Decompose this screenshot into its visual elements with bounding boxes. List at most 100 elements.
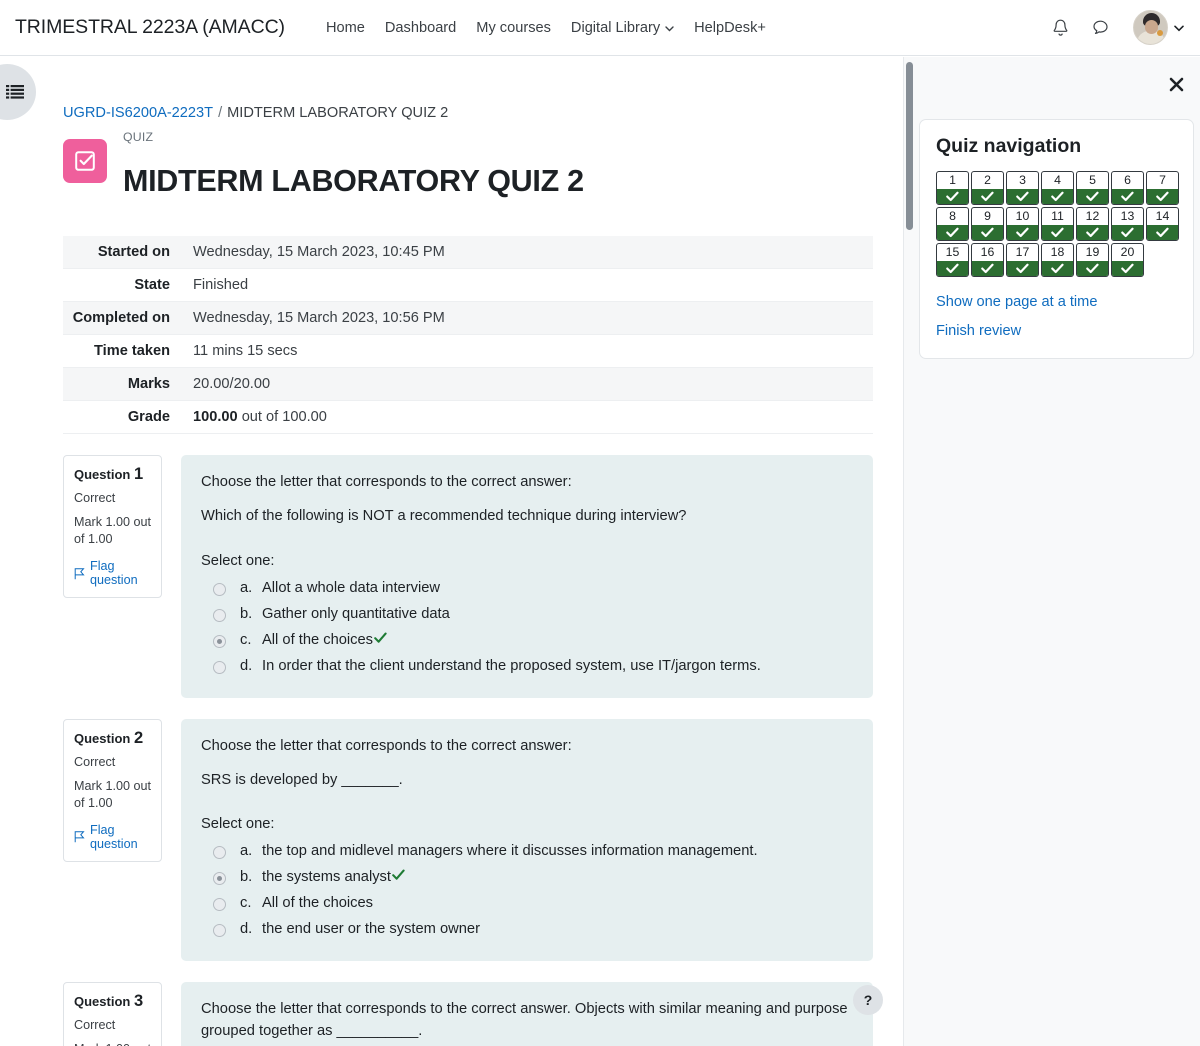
quiz-nav-question-12[interactable]: 12 <box>1076 207 1109 241</box>
quiz-nav-question-14[interactable]: 14 <box>1146 207 1179 241</box>
answer-letter: a. <box>240 843 253 860</box>
quiz-nav-number: 11 <box>1051 209 1064 224</box>
top-navbar: TRIMESTRAL 2223A (AMACC) Home Dashboard … <box>0 0 1200 56</box>
quiz-nav-question-15[interactable]: 15 <box>936 243 969 277</box>
nav-item-my-courses[interactable]: My courses <box>466 20 561 36</box>
finish-review-link[interactable]: Finish review <box>936 323 1177 339</box>
question-label: Question <box>74 467 131 482</box>
chevron-down-icon[interactable] <box>1174 25 1184 32</box>
message-bubble-icon[interactable] <box>1087 15 1113 41</box>
radio-button[interactable] <box>213 898 226 912</box>
quiz-nav-question-17[interactable]: 17 <box>1006 243 1039 277</box>
flag-question-button[interactable]: Flag question <box>74 823 151 851</box>
answer-option[interactable]: c. All of the choices <box>201 890 853 916</box>
quiz-nav-number: 15 <box>945 245 960 260</box>
nav-item-label: My courses <box>476 19 551 36</box>
breadcrumb-separator: / <box>218 105 223 121</box>
radio-button-selected[interactable] <box>213 634 226 648</box>
quiz-checkbox-icon <box>63 139 107 183</box>
question-info-panel: Question 1 Correct Mark 1.00 out of 1.00… <box>63 455 162 598</box>
avatar[interactable] <box>1133 10 1168 45</box>
quiz-navigation-title: Quiz navigation <box>936 135 1082 157</box>
question-state: Correct <box>74 754 116 769</box>
check-icon <box>937 189 968 204</box>
quiz-nav-question-9[interactable]: 9 <box>971 207 1004 241</box>
quiz-nav-question-18[interactable]: 18 <box>1041 243 1074 277</box>
quiz-nav-question-8[interactable]: 8 <box>936 207 969 241</box>
radio-button[interactable] <box>213 660 226 674</box>
quiz-nav-question-7[interactable]: 7 <box>1146 171 1179 205</box>
select-one-label: Select one: <box>201 816 275 833</box>
help-button[interactable]: ? <box>853 985 883 1015</box>
quiz-nav-number: 2 <box>984 173 991 188</box>
quiz-nav-question-4[interactable]: 4 <box>1041 171 1074 205</box>
question-body: Choose the letter that corresponds to th… <box>181 982 873 1046</box>
quiz-nav-question-2[interactable]: 2 <box>971 171 1004 205</box>
quiz-nav-question-11[interactable]: 11 <box>1041 207 1074 241</box>
quiz-nav-number: 3 <box>1019 173 1026 188</box>
correct-check-icon <box>392 869 405 881</box>
quiz-nav-question-5[interactable]: 5 <box>1076 171 1109 205</box>
summary-value-grade: 100.00 out of 100.00 <box>181 401 873 434</box>
check-icon <box>937 261 968 276</box>
answer-option[interactable]: d. the end user or the system owner <box>201 916 853 942</box>
nav-item-dashboard[interactable]: Dashboard <box>375 20 466 36</box>
site-brand[interactable]: TRIMESTRAL 2223A (AMACC) <box>15 16 285 39</box>
nav-item-digital-library[interactable]: Digital Library <box>561 20 684 36</box>
nav-item-helpdesk[interactable]: HelpDesk+ <box>684 20 776 36</box>
question-mark: Mark 1.00 out of 1.00 <box>74 515 152 546</box>
user-menu[interactable] <box>1133 10 1184 45</box>
quiz-nav-number: 20 <box>1120 245 1135 260</box>
breadcrumb-course-link[interactable]: UGRD-IS6200A-2223T <box>63 105 213 121</box>
close-icon[interactable] <box>1165 73 1187 95</box>
check-icon <box>1112 189 1143 204</box>
question-number-heading: Question 1 <box>74 465 151 484</box>
quiz-nav-question-1[interactable]: 1 <box>936 171 969 205</box>
show-one-page-at-a-time-link[interactable]: Show one page at a time <box>936 294 1177 310</box>
chevron-down-icon <box>665 25 674 32</box>
right-drawer: Quiz navigation 1 2 3 4 5 6 7 8 9 10 11 12 13 14 15 16 1… <box>903 57 1200 1046</box>
drawer-scrollbar[interactable] <box>906 62 913 230</box>
answer-option[interactable]: a. Allot a whole data interview <box>201 575 853 601</box>
radio-button[interactable] <box>213 582 226 596</box>
question-text: Choose the letter that corresponds to th… <box>201 999 853 1042</box>
quiz-review-page: UGRD-IS6200A-2223T / MIDTERM LABORATORY QU… <box>63 105 873 1046</box>
question-text: Choose the letter that corresponds to th… <box>201 736 853 792</box>
quiz-nav-question-10[interactable]: 10 <box>1006 207 1039 241</box>
radio-button[interactable] <box>213 924 226 938</box>
flag-question-button[interactable]: Flag question <box>74 559 151 587</box>
answer-letter: c. <box>240 895 252 912</box>
quiz-nav-question-16[interactable]: 16 <box>971 243 1004 277</box>
nav-item-label: Home <box>325 19 365 36</box>
radio-button[interactable] <box>213 608 226 622</box>
question-stem-line: SRS is developed by _______. <box>201 771 403 788</box>
answer-option-selected[interactable]: c. All of the choices <box>201 627 853 653</box>
radio-button-selected[interactable] <box>213 872 226 886</box>
question-label: Question <box>74 730 131 746</box>
answer-text: All of the choices <box>262 631 374 648</box>
breadcrumb: UGRD-IS6200A-2223T / MIDTERM LABORATORY QU… <box>63 105 873 121</box>
check-icon <box>1112 261 1143 276</box>
quiz-nav-question-19[interactable]: 19 <box>1076 243 1109 277</box>
answer-option[interactable]: a. the top and midlevel managers where i… <box>201 838 853 864</box>
quiz-nav-question-20[interactable]: 20 <box>1111 243 1144 277</box>
nav-item-home[interactable]: Home <box>316 20 375 36</box>
answer-option[interactable]: b. Gather only quantitative data <box>201 601 853 627</box>
answer-option-selected[interactable]: b. the systems analyst <box>201 864 853 890</box>
question-block: Question 2 Correct Mark 1.00 out of 1.00… <box>63 718 873 962</box>
quiz-nav-question-13[interactable]: 13 <box>1111 207 1144 241</box>
bell-icon[interactable] <box>1047 15 1073 41</box>
check-icon <box>972 225 1003 240</box>
answer-option[interactable]: d. In order that the client understand t… <box>201 653 853 679</box>
quiz-nav-number: 6 <box>1124 173 1131 188</box>
answer-letter: c. <box>240 631 252 648</box>
quiz-nav-number: 17 <box>1015 245 1030 260</box>
answer-letter: d. <box>240 921 253 938</box>
check-icon <box>1042 225 1073 240</box>
quiz-nav-number: 19 <box>1085 245 1100 260</box>
radio-button[interactable] <box>213 846 226 860</box>
quiz-nav-question-6[interactable]: 6 <box>1111 171 1144 205</box>
answer-text: the top and midlevel managers where it d… <box>262 843 758 860</box>
quiz-nav-question-3[interactable]: 3 <box>1006 171 1039 205</box>
list-drawer-icon <box>6 84 24 100</box>
